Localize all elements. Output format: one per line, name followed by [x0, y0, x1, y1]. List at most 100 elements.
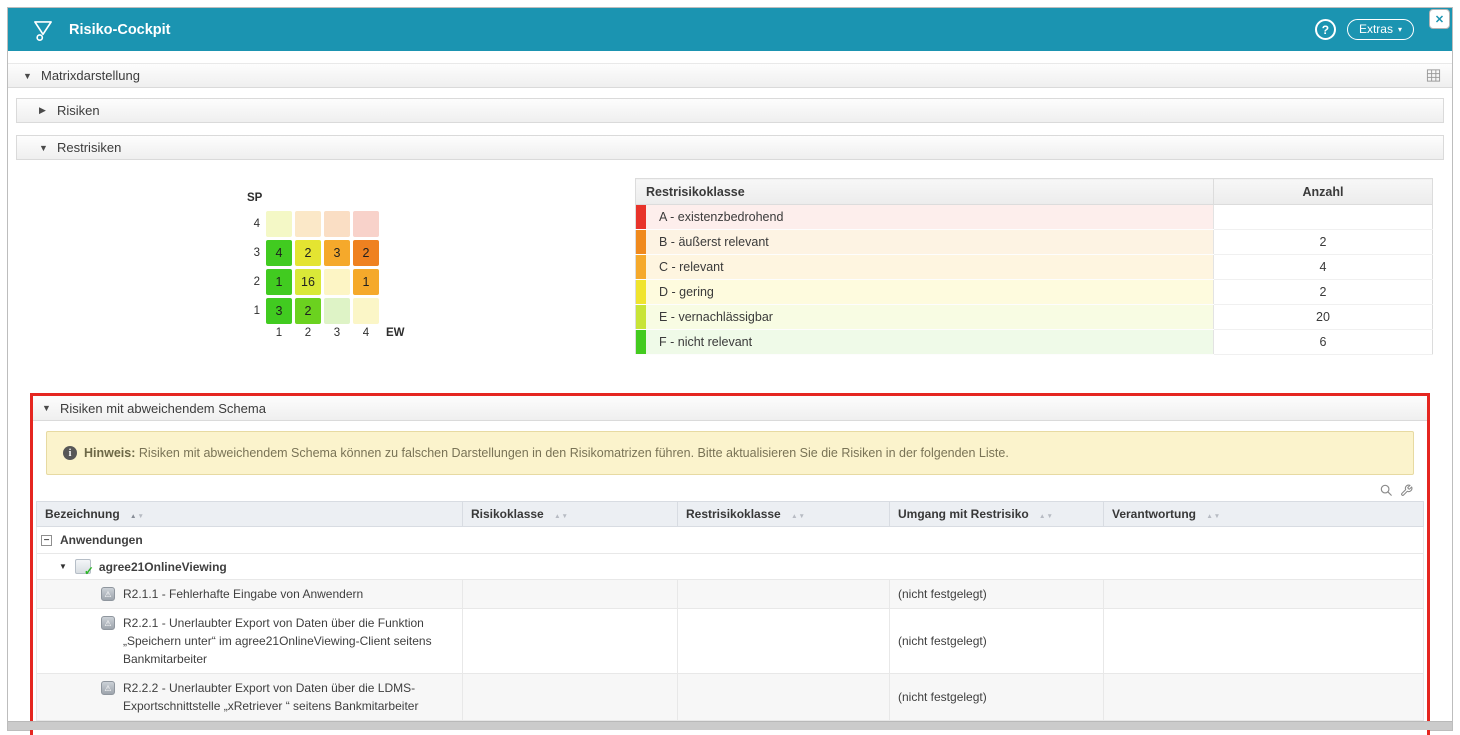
matrix-row: 3 4 2 3 2 — [245, 240, 405, 266]
table-header-row: Bezeichnung ▲▼ Risikoklasse ▲▼ Restrisik… — [37, 502, 1424, 527]
app-window: Risiko-Cockpit ? Extras ▾ ✕ ▼ Matrixdars… — [7, 7, 1453, 731]
matrix-cell — [324, 269, 350, 295]
matrix-x-axis-label: EW — [386, 327, 405, 339]
matrix-cell: 1 — [266, 269, 292, 295]
table-row: C - relevant 4 — [636, 255, 1433, 280]
section-header-schema[interactable]: ▼ Risiken mit abweichendem Schema — [33, 396, 1427, 421]
sort-icons[interactable]: ▲▼ — [791, 513, 806, 520]
class-label: C - relevant — [659, 260, 724, 274]
section-header-risiken[interactable]: ▶ Risiken — [16, 98, 1444, 123]
column-header-restrisikoklasse[interactable]: Restrisikoklasse ▲▼ — [678, 502, 890, 527]
y-tick: 2 — [245, 276, 260, 288]
main-content: ▼ Matrixdarstellung ▶ Risiken — [8, 51, 1452, 735]
matrix-view-icon[interactable] — [1426, 68, 1441, 83]
class-color-bar — [636, 255, 646, 279]
sort-icons[interactable]: ▲▼ — [130, 513, 145, 520]
risk-row[interactable]: ⚠ R2.1.1 - Fehlerhafte Eingabe von Anwen… — [37, 580, 1424, 609]
schema-panel: i Hinweis: Risiken mit abweichendem Sche… — [33, 431, 1427, 735]
y-tick: 4 — [245, 218, 260, 230]
matrix-cell: 2 — [295, 240, 321, 266]
matrix-cell — [324, 211, 350, 237]
collapse-minus-icon[interactable]: − — [41, 535, 52, 546]
help-button[interactable]: ? — [1315, 19, 1336, 40]
class-color-bar — [636, 280, 646, 304]
class-color-bar — [636, 305, 646, 329]
class-count — [1214, 205, 1433, 230]
table-row: B - äußerst relevant 2 — [636, 230, 1433, 255]
group-label: Anwendungen — [60, 533, 143, 547]
class-count: 2 — [1214, 230, 1433, 255]
matrix-y-axis-label: SP — [247, 192, 405, 204]
table-row: A - existenzbedrohend — [636, 205, 1433, 230]
matrix-cell — [353, 211, 379, 237]
column-header-verantwortung[interactable]: Verantwortung ▲▼ — [1104, 502, 1424, 527]
matrix-cell: 1 — [353, 269, 379, 295]
restrisiken-panel: SP 4 3 4 2 3 2 — [8, 172, 1452, 371]
class-count: 6 — [1214, 330, 1433, 355]
section-title: Restrisiken — [57, 140, 121, 155]
window-close-button[interactable]: ✕ — [1429, 9, 1450, 29]
section-title: Matrixdarstellung — [41, 68, 140, 83]
class-label: D - gering — [659, 285, 714, 299]
check-icon: ✓ — [84, 564, 94, 578]
risk-risikoklasse — [463, 674, 678, 721]
sort-icons[interactable]: ▲▼ — [1206, 513, 1221, 520]
class-color-bar — [636, 330, 646, 354]
app-title: Risiko-Cockpit — [69, 22, 171, 38]
section-header-restrisiken[interactable]: ▼ Restrisiken — [16, 135, 1444, 160]
column-header-umgang[interactable]: Umgang mit Restrisiko ▲▼ — [890, 502, 1104, 527]
titlebar: Risiko-Cockpit ? Extras ▾ — [8, 8, 1452, 51]
extras-button[interactable]: Extras ▾ — [1347, 19, 1414, 40]
application-icon: ✓ — [75, 559, 91, 574]
table-row: D - gering 2 — [636, 280, 1433, 305]
risk-bezeichnung: R2.2.1 - Unerlaubter Export von Daten üb… — [123, 614, 454, 668]
matrix-cell: 2 — [353, 240, 379, 266]
tree-expand-icon[interactable]: ▼ — [59, 562, 67, 571]
risk-verantwortung — [1104, 580, 1424, 609]
risk-restrisikoklasse — [678, 674, 890, 721]
app-logo-icon — [30, 17, 56, 43]
hint-text: Risiken mit abweichendem Schema können z… — [139, 446, 1009, 460]
horizontal-scrollbar[interactable] — [8, 721, 1452, 730]
class-color-bar — [636, 205, 646, 229]
restrisikoklassen-table: Restrisikoklasse Anzahl A - existenzbedr… — [635, 178, 1433, 355]
collapse-expanded-icon: ▼ — [39, 143, 49, 153]
screen: Risiko-Cockpit ? Extras ▾ ✕ ▼ Matrixdars… — [0, 0, 1460, 735]
risk-row[interactable]: ⚠ R2.2.1 - Unerlaubter Export von Daten … — [37, 609, 1424, 674]
group-row-anwendungen[interactable]: − Anwendungen — [37, 527, 1424, 554]
sort-icons[interactable]: ▲▼ — [554, 513, 569, 520]
search-icon[interactable] — [1379, 483, 1393, 497]
y-tick: 1 — [245, 305, 260, 317]
info-icon: i — [63, 446, 77, 460]
collapse-collapsed-icon: ▶ — [39, 105, 49, 116]
matrix-cell — [353, 298, 379, 324]
risk-restrisikoklasse — [678, 609, 890, 674]
risk-restrisikoklasse — [678, 580, 890, 609]
extras-label: Extras — [1359, 22, 1393, 36]
y-tick: 3 — [245, 247, 260, 259]
risk-matrix: SP 4 3 4 2 3 2 — [245, 178, 405, 339]
risk-row[interactable]: ⚠ R2.2.2 - Unerlaubter Export von Daten … — [37, 674, 1424, 721]
sort-icons[interactable]: ▲▼ — [1039, 513, 1054, 520]
risk-icon: ⚠ — [101, 616, 115, 630]
subgroup-label: agree21OnlineViewing — [99, 560, 227, 574]
matrix-cell: 3 — [324, 240, 350, 266]
risk-verantwortung — [1104, 609, 1424, 674]
column-header-restrisikoklasse: Restrisikoklasse — [636, 179, 1214, 205]
matrix-row: 1 3 2 — [245, 298, 405, 324]
matrix-cell — [295, 211, 321, 237]
class-label: B - äußerst relevant — [659, 235, 769, 249]
settings-wrench-icon[interactable] — [1400, 484, 1413, 497]
titlebar-actions: ? Extras ▾ — [1315, 19, 1414, 40]
column-header-bezeichnung[interactable]: Bezeichnung ▲▼ — [37, 502, 463, 527]
collapse-expanded-icon: ▼ — [42, 403, 52, 413]
class-count: 2 — [1214, 280, 1433, 305]
subgroup-row-agree21onlineviewing[interactable]: ▼ ✓ agree21OnlineViewing — [37, 554, 1424, 580]
table-toolbar — [33, 479, 1427, 501]
risk-risikoklasse — [463, 580, 678, 609]
column-header-risikoklasse[interactable]: Risikoklasse ▲▼ — [463, 502, 678, 527]
class-count: 4 — [1214, 255, 1433, 280]
section-header-matrixdarstellung[interactable]: ▼ Matrixdarstellung — [8, 63, 1452, 88]
hint-prefix: Hinweis: — [84, 446, 135, 460]
chevron-down-icon: ▾ — [1398, 25, 1402, 34]
